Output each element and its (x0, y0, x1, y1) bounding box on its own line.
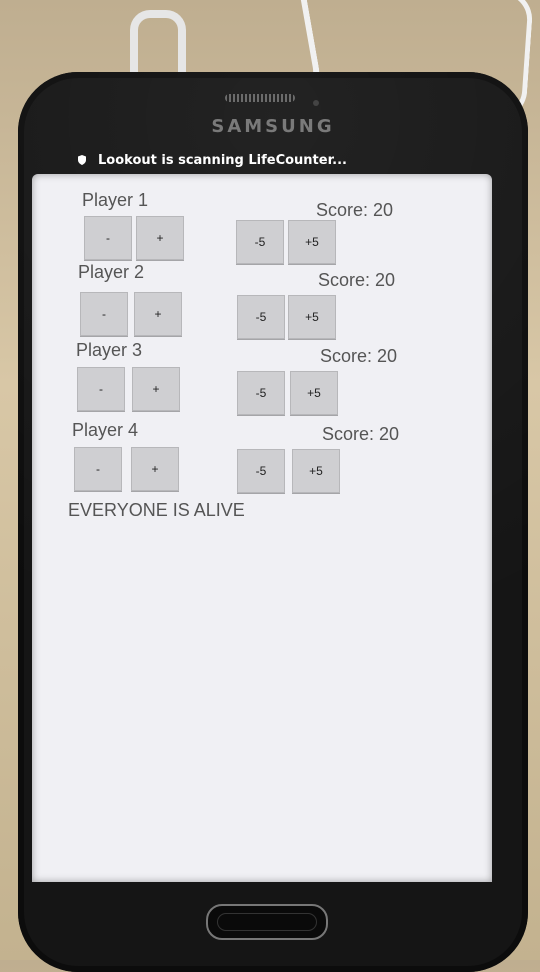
player-name: Player 1 (82, 190, 149, 210)
score-label: Score: 20 (320, 346, 398, 366)
phone: SAMSUNG Lookout is scanning LifeCounter.… (18, 72, 528, 972)
minus-button[interactable]: - (80, 292, 128, 336)
minus-five-button[interactable]: -5 (237, 295, 285, 339)
score-label: Score: 20 (316, 200, 394, 220)
player-name: Player 3 (76, 340, 143, 360)
player-name: Player 4 (72, 420, 139, 440)
plus-button[interactable]: + (134, 292, 182, 336)
notification-bar[interactable]: Lookout is scanning LifeCounter... (76, 147, 456, 173)
plus-five-button[interactable]: +5 (292, 449, 340, 493)
speaker-grille (225, 94, 295, 102)
plus-button[interactable]: + (132, 367, 180, 411)
minus-five-button[interactable]: -5 (237, 371, 285, 415)
front-sensor (313, 100, 319, 106)
notification-text: Lookout is scanning LifeCounter... (98, 152, 347, 168)
minus-five-button[interactable]: -5 (236, 220, 284, 264)
plus-five-button[interactable]: +5 (288, 220, 336, 264)
brand-logo: SAMSUNG (211, 116, 335, 137)
minus-button[interactable]: - (74, 447, 122, 491)
plus-five-button[interactable]: +5 (288, 295, 336, 339)
minus-button[interactable]: - (84, 216, 132, 260)
minus-five-button[interactable]: -5 (237, 449, 285, 493)
home-button[interactable] (206, 904, 328, 940)
plus-five-button[interactable]: +5 (290, 371, 338, 415)
score-label: Score: 20 (318, 270, 396, 290)
player-name: Player 2 (78, 262, 145, 282)
score-label: Score: 20 (322, 424, 400, 444)
plus-button[interactable]: + (131, 447, 179, 491)
status-message: EVERYONE IS ALIVE (68, 500, 245, 520)
shield-icon (78, 155, 86, 165)
plus-button[interactable]: + (136, 216, 184, 260)
app-screen: Player 1 Score: 20 - + -5 +5 Player 2 Sc… (32, 174, 492, 882)
minus-button[interactable]: - (77, 367, 125, 411)
